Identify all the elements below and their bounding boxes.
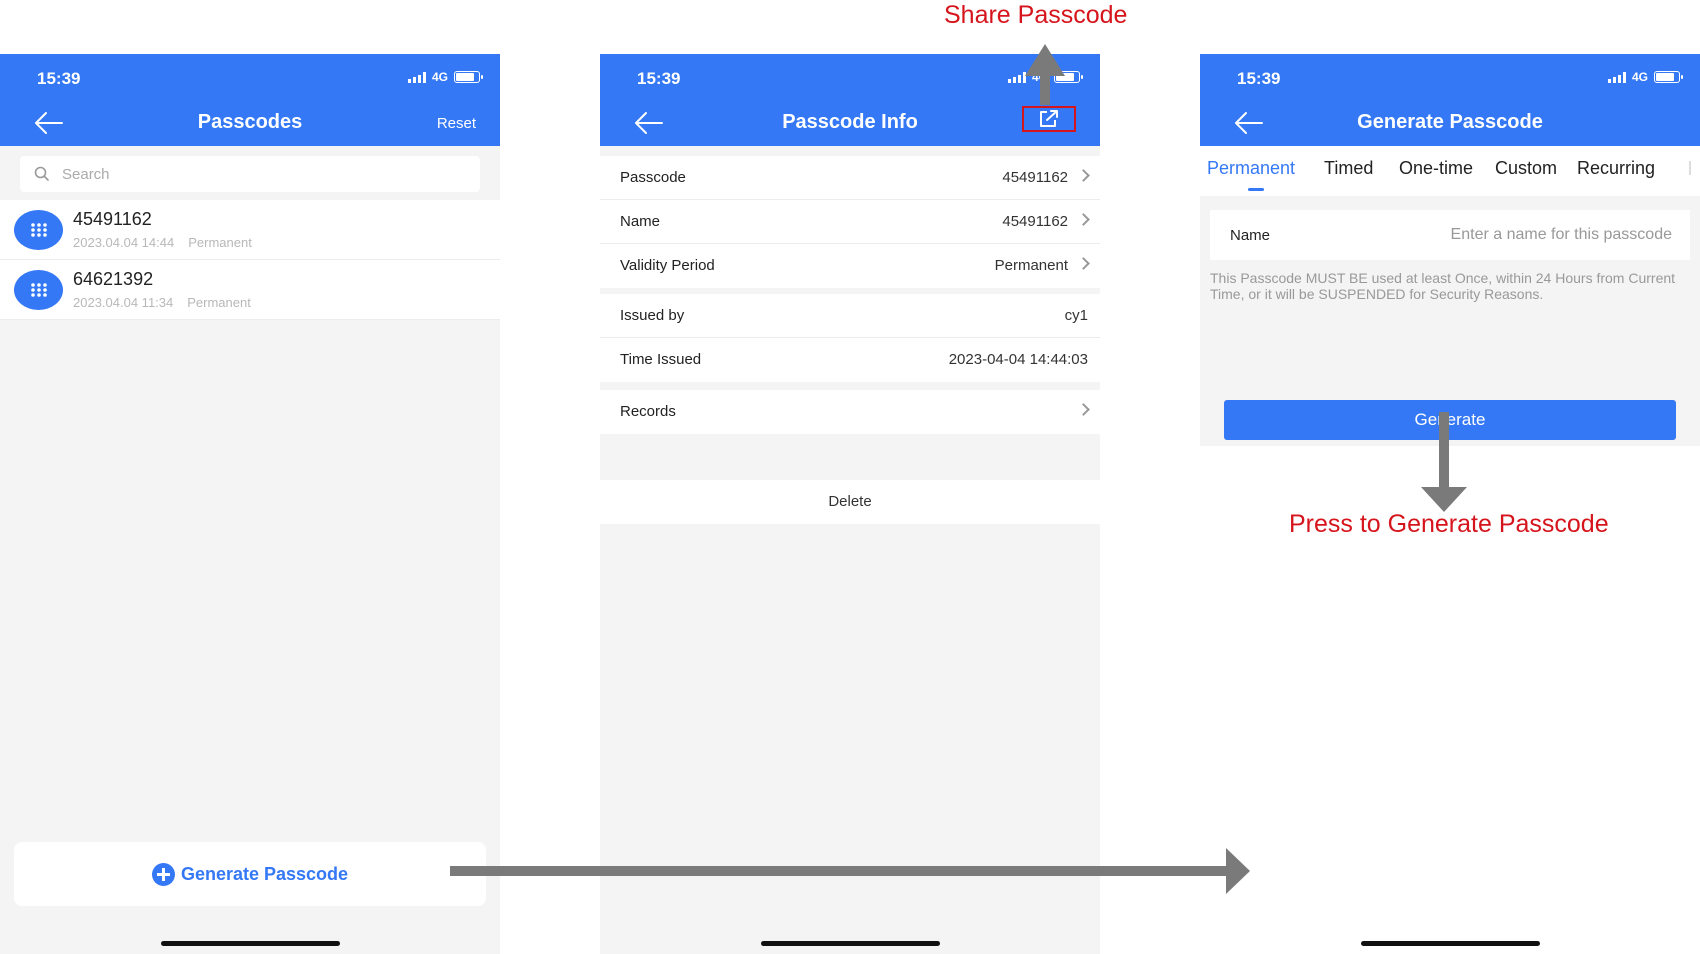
right-arrow-icon (450, 848, 1250, 894)
annotation-arrows (450, 44, 1467, 894)
down-arrow-icon (1421, 412, 1467, 512)
share-arrow-icon (1025, 44, 1065, 105)
press-generate-annotation: Press to Generate Passcode (1289, 510, 1609, 538)
stage: 15:39 4G Passcodes Reset Search 45491162… (0, 0, 1700, 954)
share-passcode-annotation: Share Passcode (944, 1, 1128, 29)
